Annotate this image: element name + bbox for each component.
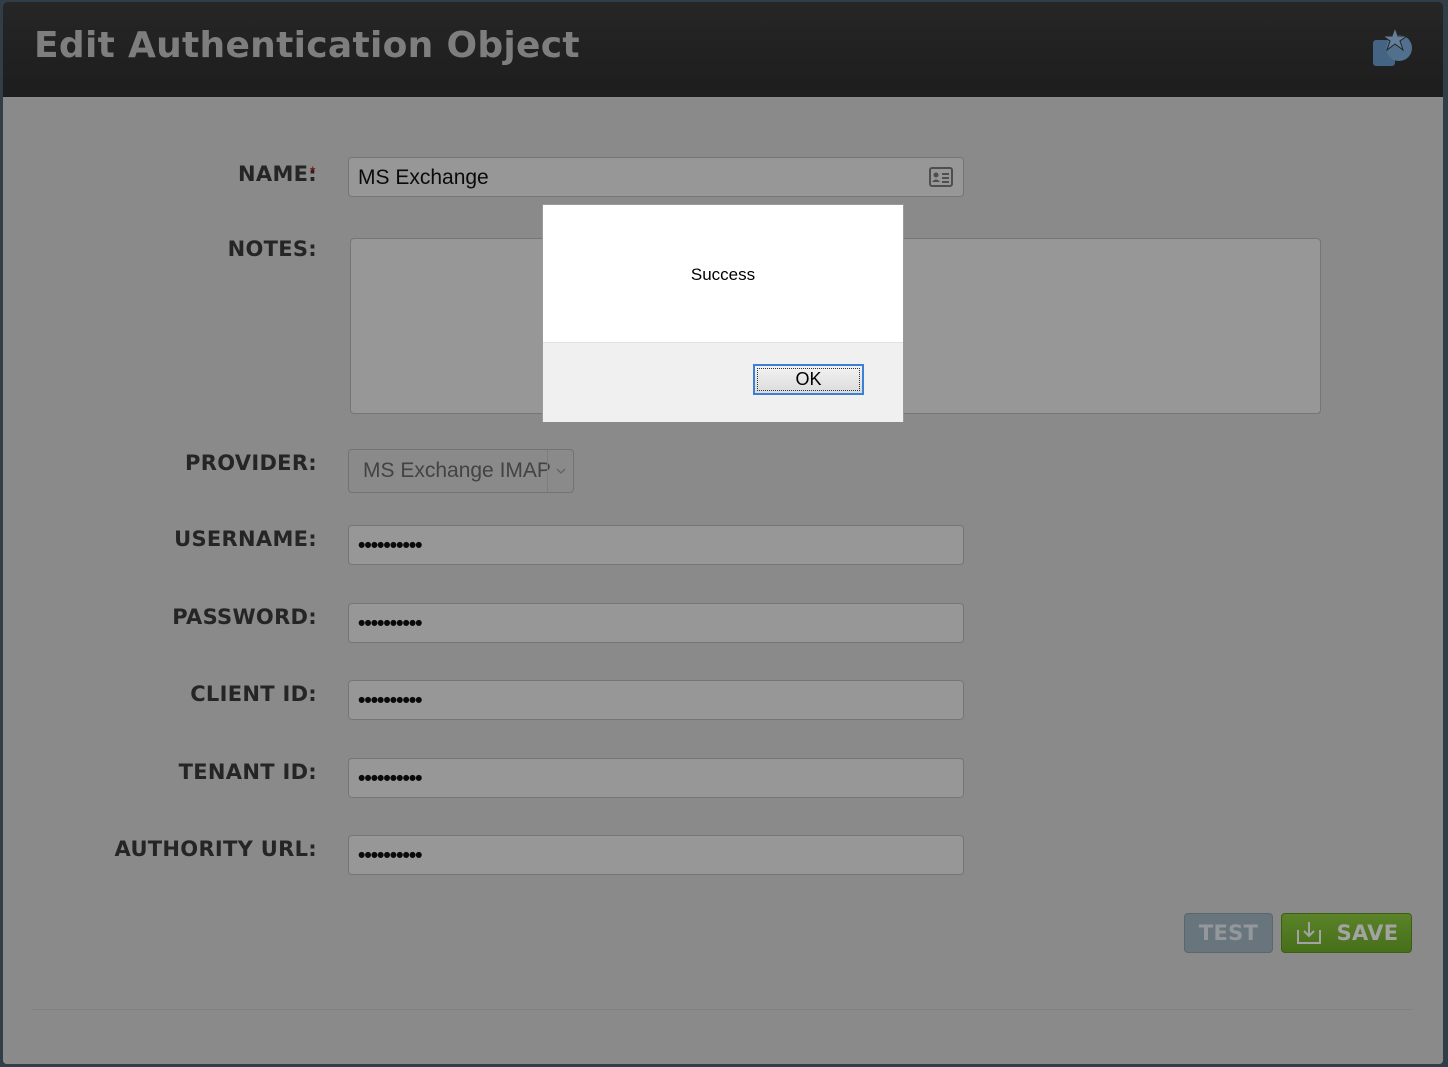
- alert-dialog: Success OK: [542, 204, 904, 422]
- dialog-message: Success: [690, 265, 756, 284]
- ok-button[interactable]: OK: [753, 364, 864, 395]
- modal-overlay: [0, 0, 1448, 1067]
- dialog-footer: OK: [543, 342, 903, 422]
